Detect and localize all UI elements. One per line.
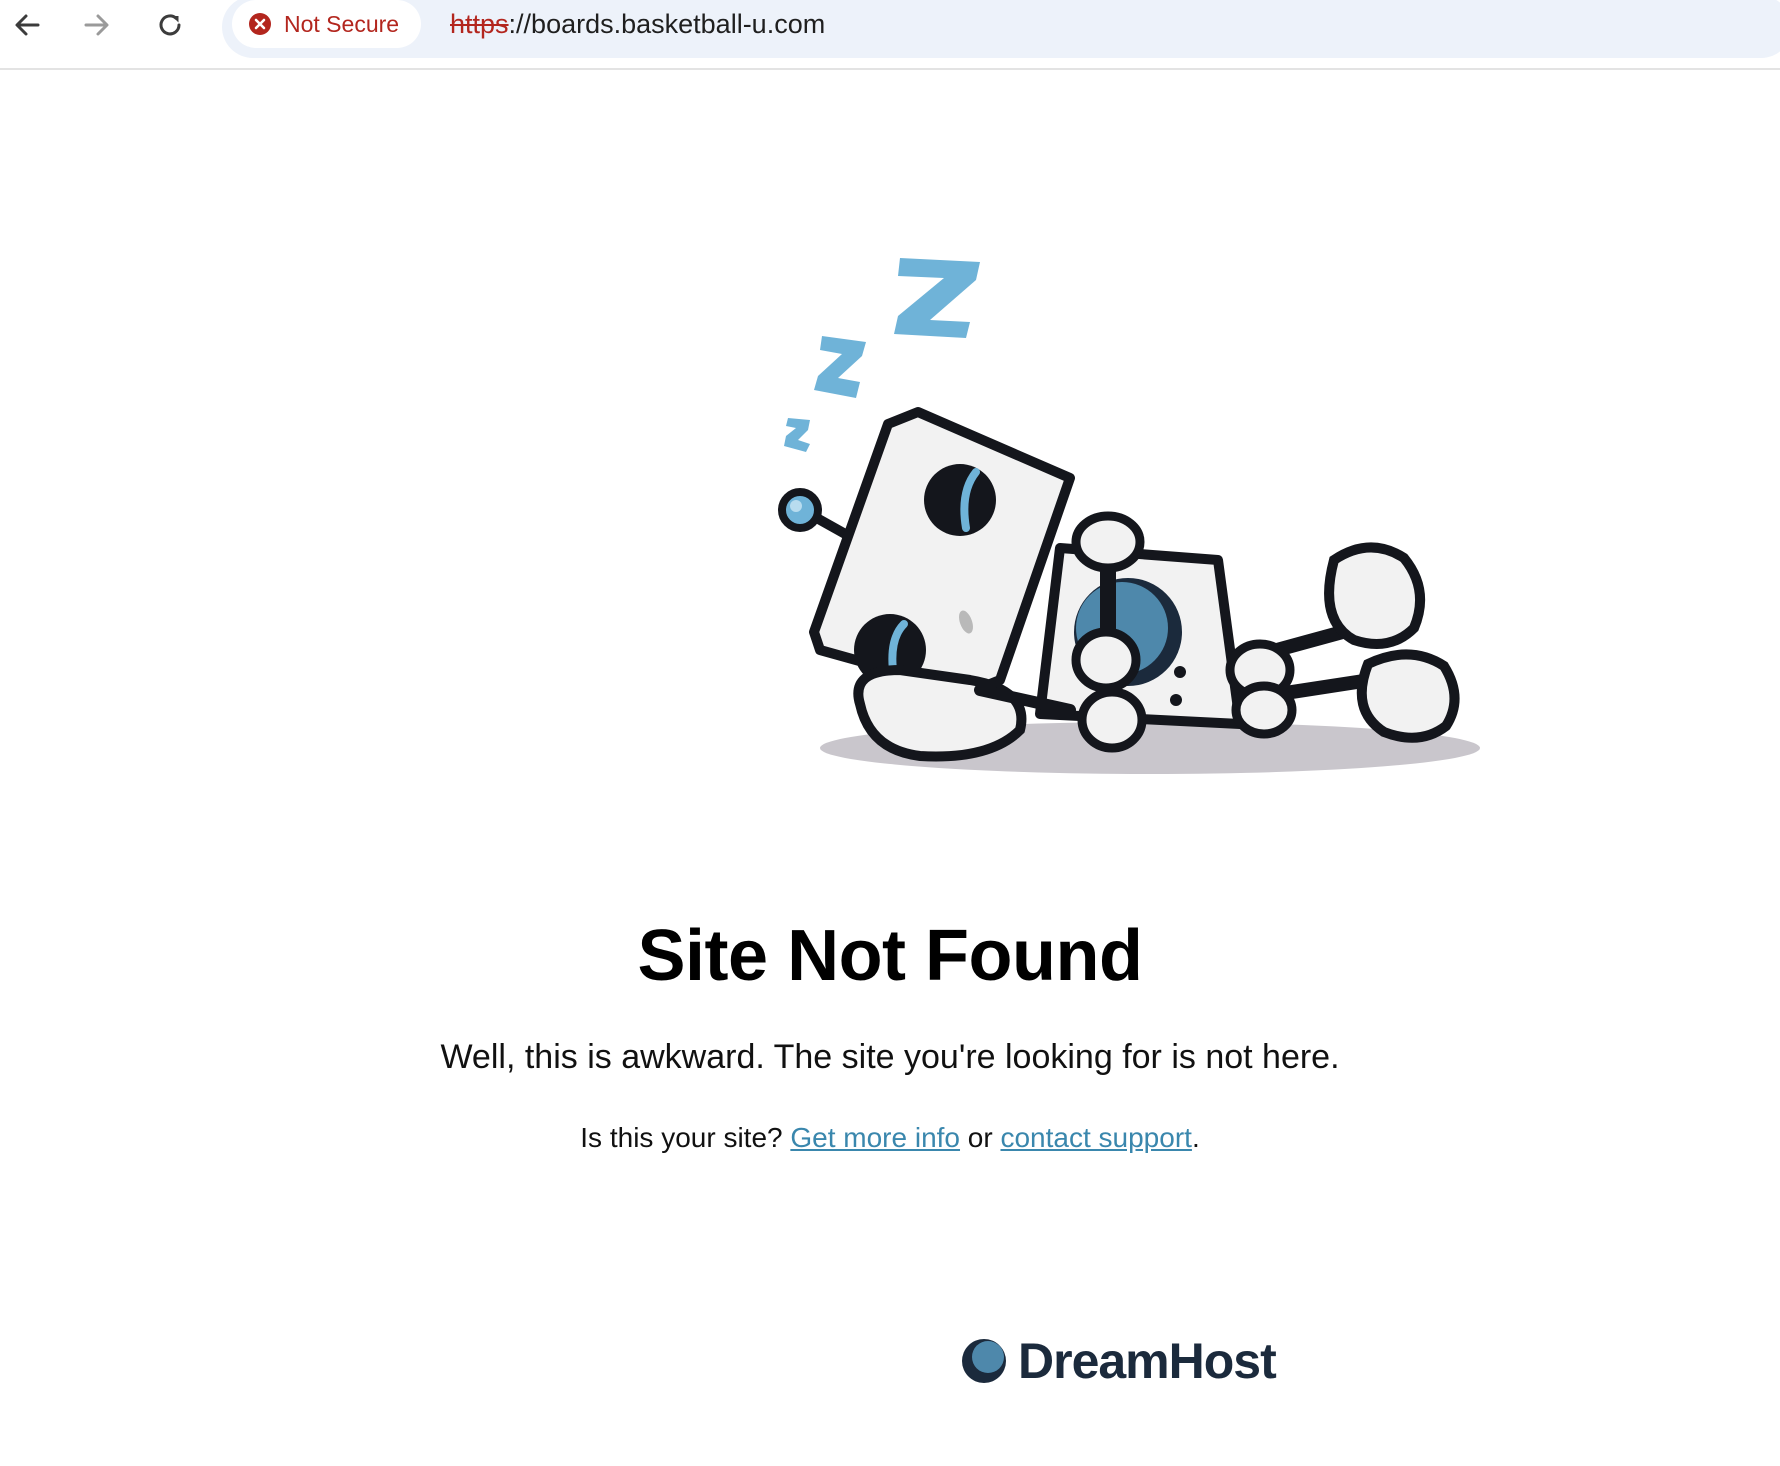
sleeping-robot-illustration <box>778 258 1480 774</box>
page-subtitle: Well, this is awkward. The site you're l… <box>440 1038 1340 1076</box>
dreamhost-logo-icon <box>962 1339 1006 1383</box>
address-bar[interactable]: Not Secure https://boards.basketball-u.c… <box>222 0 1780 58</box>
dreamhost-logo[interactable]: DreamHost <box>960 1332 1277 1390</box>
browser-toolbar: Not Secure https://boards.basketball-u.c… <box>0 0 1780 70</box>
brand-name: DreamHost <box>1018 1333 1277 1389</box>
security-chip[interactable]: Not Secure <box>232 0 422 48</box>
get-more-info-link[interactable]: Get more info <box>790 1122 960 1153</box>
help-text: Is this your site? Get more info or cont… <box>245 1122 1535 1154</box>
back-arrow-icon <box>15 14 40 36</box>
reload-icon <box>159 14 181 36</box>
help-middle: or <box>960 1122 1001 1153</box>
contact-support-link[interactable]: contact support <box>1000 1122 1191 1153</box>
help-prefix: Is this your site? <box>580 1122 791 1153</box>
url-scheme: https <box>450 9 509 39</box>
url-host: ://boards.basketball-u.com <box>508 9 826 39</box>
help-suffix: . <box>1191 1122 1200 1153</box>
not-secure-icon <box>249 13 271 35</box>
forward-button[interactable] <box>72 0 122 50</box>
forward-arrow-icon <box>84 14 109 36</box>
page-title: Site Not Found <box>637 916 1143 996</box>
reload-button[interactable] <box>145 0 195 50</box>
security-label: Not Secure <box>284 10 400 37</box>
url-text[interactable]: https://boards.basketball-u.com <box>450 2 825 46</box>
back-button[interactable] <box>2 0 52 50</box>
